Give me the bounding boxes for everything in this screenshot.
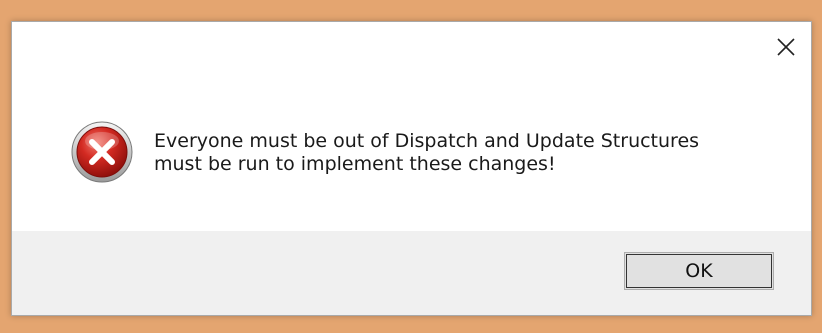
dialog-content: Everyone must be out of Dispatch and Upd… — [12, 22, 811, 231]
ok-button[interactable]: OK — [624, 252, 774, 290]
error-icon — [70, 120, 134, 184]
dialog-message: Everyone must be out of Dispatch and Upd… — [154, 130, 794, 176]
message-line-1: Everyone must be out of Dispatch and Upd… — [154, 130, 700, 152]
message-line-2: must be run to implement these changes! — [154, 153, 556, 175]
dialog-footer: OK — [12, 231, 811, 315]
close-icon — [777, 38, 795, 56]
error-dialog: Everyone must be out of Dispatch and Upd… — [11, 21, 812, 316]
close-button[interactable] — [773, 34, 799, 60]
